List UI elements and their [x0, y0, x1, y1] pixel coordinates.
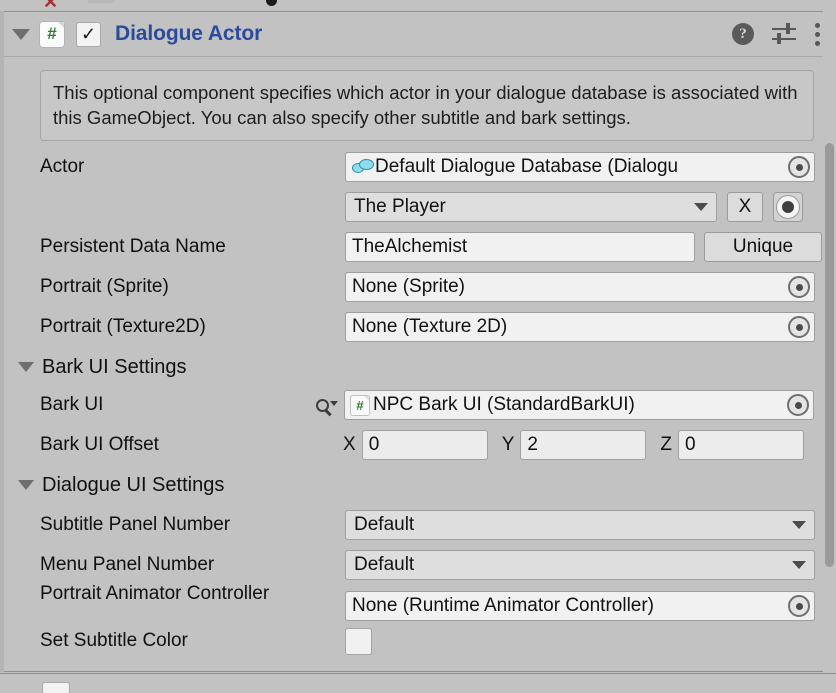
component-header[interactable]: # ✓ Dialogue Actor ? — [0, 12, 836, 57]
label-portrait-animator-controller: Portrait Animator Controller — [40, 583, 270, 604]
label-bark-ui-offset: Bark UI Offset — [40, 434, 159, 455]
section-dialogue-ui-settings[interactable]: Dialogue UI Settings — [0, 470, 836, 500]
actor-object-field[interactable]: Default Dialogue Database (Dialogu — [345, 152, 815, 182]
object-picker-icon[interactable] — [788, 156, 810, 178]
header-icon-group: ? — [732, 12, 820, 56]
portrait-texture-value: None (Texture 2D) — [352, 316, 508, 337]
label-menu-panel-number: Menu Panel Number — [40, 554, 215, 575]
section-dialogue-ui-settings-title: Dialogue UI Settings — [42, 473, 225, 496]
persistent-data-name-input[interactable]: TheAlchemist — [345, 232, 695, 262]
preset-settings-icon[interactable] — [772, 23, 796, 45]
label-actor: Actor — [40, 156, 85, 177]
actor-clear-button[interactable]: X — [727, 192, 763, 222]
row-actor: Actor Default Dialogue Database (Dialogu — [0, 152, 836, 182]
label-portrait-sprite: Portrait (Sprite) — [40, 276, 169, 297]
axis-label-z: Z — [660, 434, 672, 455]
label-set-subtitle-color: Set Subtitle Color — [40, 630, 188, 651]
unique-button[interactable]: Unique — [704, 232, 822, 262]
component-enabled-checkbox[interactable]: ✓ — [76, 21, 101, 47]
partial-x-icon: ✕ — [43, 0, 59, 11]
row-persistent-data-name: Persistent Data Name TheAlchemist Unique — [0, 232, 836, 262]
search-icon[interactable] — [308, 398, 338, 412]
axis-label-y: Y — [501, 434, 515, 455]
script-icon: # — [351, 395, 369, 415]
object-picker-icon[interactable] — [787, 394, 809, 416]
next-component-checkbox[interactable] — [42, 682, 70, 693]
object-picker-icon[interactable] — [788, 276, 810, 298]
foldout-arrow-icon[interactable] — [18, 362, 34, 372]
menu-panel-number-dropdown[interactable]: Default — [345, 550, 815, 580]
row-portrait-texture: Portrait (Texture2D) None (Texture 2D) — [0, 312, 836, 342]
next-component-sliver — [0, 673, 836, 693]
actor-dropdown[interactable]: The Player — [345, 192, 717, 222]
chevron-down-icon — [792, 521, 806, 529]
set-subtitle-color-checkbox[interactable] — [345, 627, 372, 655]
row-set-subtitle-color: Set Subtitle Color — [0, 626, 836, 656]
row-portrait-animator-controller: Portrait Animator Controller None (Runti… — [0, 580, 836, 626]
row-portrait-sprite: Portrait (Sprite) None (Sprite) — [0, 272, 836, 302]
partial-dot-icon — [266, 0, 277, 6]
chevron-down-icon — [694, 203, 708, 211]
row-bark-ui: Bark UI # NPC Bark UI (StandardBarkUI) — [0, 390, 836, 420]
inspector-scrollbar[interactable] — [823, 11, 836, 672]
actor-dropdown-value: The Player — [354, 196, 446, 217]
component-title: Dialogue Actor — [115, 22, 263, 45]
foldout-arrow-icon[interactable] — [18, 480, 34, 490]
bark-offset-z-input[interactable]: 0 — [677, 430, 804, 460]
label-persistent-data-name: Persistent Data Name — [40, 236, 226, 257]
panel-left-edge — [0, 11, 4, 672]
portrait-animator-controller-value: None (Runtime Animator Controller) — [352, 595, 655, 616]
subtitle-panel-number-dropdown[interactable]: Default — [345, 510, 815, 540]
portrait-animator-controller-object-field[interactable]: None (Runtime Animator Controller) — [345, 591, 815, 621]
menu-panel-number-value: Default — [354, 554, 415, 575]
row-menu-panel-number: Menu Panel Number Default — [0, 550, 836, 580]
actor-object-value: Default Dialogue Database (Dialogu — [375, 156, 679, 177]
component-foldout-arrow-icon[interactable] — [12, 28, 30, 40]
help-box: This optional component specifies which … — [40, 70, 814, 141]
label-bark-ui: Bark UI — [40, 394, 104, 415]
section-bark-ui-settings[interactable]: Bark UI Settings — [0, 352, 836, 382]
actor-toggle-button[interactable] — [773, 192, 803, 222]
clipped-component-above: ✕ — [0, 0, 836, 11]
help-icon[interactable]: ? — [732, 23, 754, 45]
script-icon: # — [40, 21, 64, 47]
portrait-sprite-object-field[interactable]: None (Sprite) — [345, 272, 815, 302]
bark-ui-object-field[interactable]: # NPC Bark UI (StandardBarkUI) — [344, 390, 814, 420]
portrait-sprite-value: None (Sprite) — [352, 276, 465, 297]
scrollbar-thumb[interactable] — [825, 143, 834, 567]
dialogue-bubble-icon — [352, 158, 374, 176]
section-bark-ui-settings-title: Bark UI Settings — [42, 355, 187, 378]
row-actor-dropdown: The Player X — [0, 192, 836, 222]
row-subtitle-panel-number: Subtitle Panel Number Default — [0, 510, 836, 540]
object-picker-icon[interactable] — [788, 316, 810, 338]
bark-ui-value: NPC Bark UI (StandardBarkUI) — [373, 394, 635, 415]
row-bark-ui-offset: Bark UI Offset X 0 Y 2 Z 0 — [0, 430, 836, 460]
label-subtitle-panel-number: Subtitle Panel Number — [40, 514, 231, 535]
partial-field — [88, 0, 114, 3]
kebab-menu-icon[interactable] — [814, 22, 820, 46]
chevron-down-icon — [792, 561, 806, 569]
persistent-data-name-value: TheAlchemist — [352, 236, 468, 257]
object-picker-icon[interactable] — [788, 595, 810, 617]
dialogue-actor-component: # ✓ Dialogue Actor ? This optional compo… — [0, 11, 836, 672]
label-portrait-texture: Portrait (Texture2D) — [40, 316, 206, 337]
portrait-texture-object-field[interactable]: None (Texture 2D) — [345, 312, 815, 342]
axis-label-x: X — [343, 434, 356, 455]
bark-offset-y-input[interactable]: 2 — [520, 430, 647, 460]
subtitle-panel-number-value: Default — [354, 514, 415, 535]
bark-offset-x-input[interactable]: 0 — [361, 430, 488, 460]
